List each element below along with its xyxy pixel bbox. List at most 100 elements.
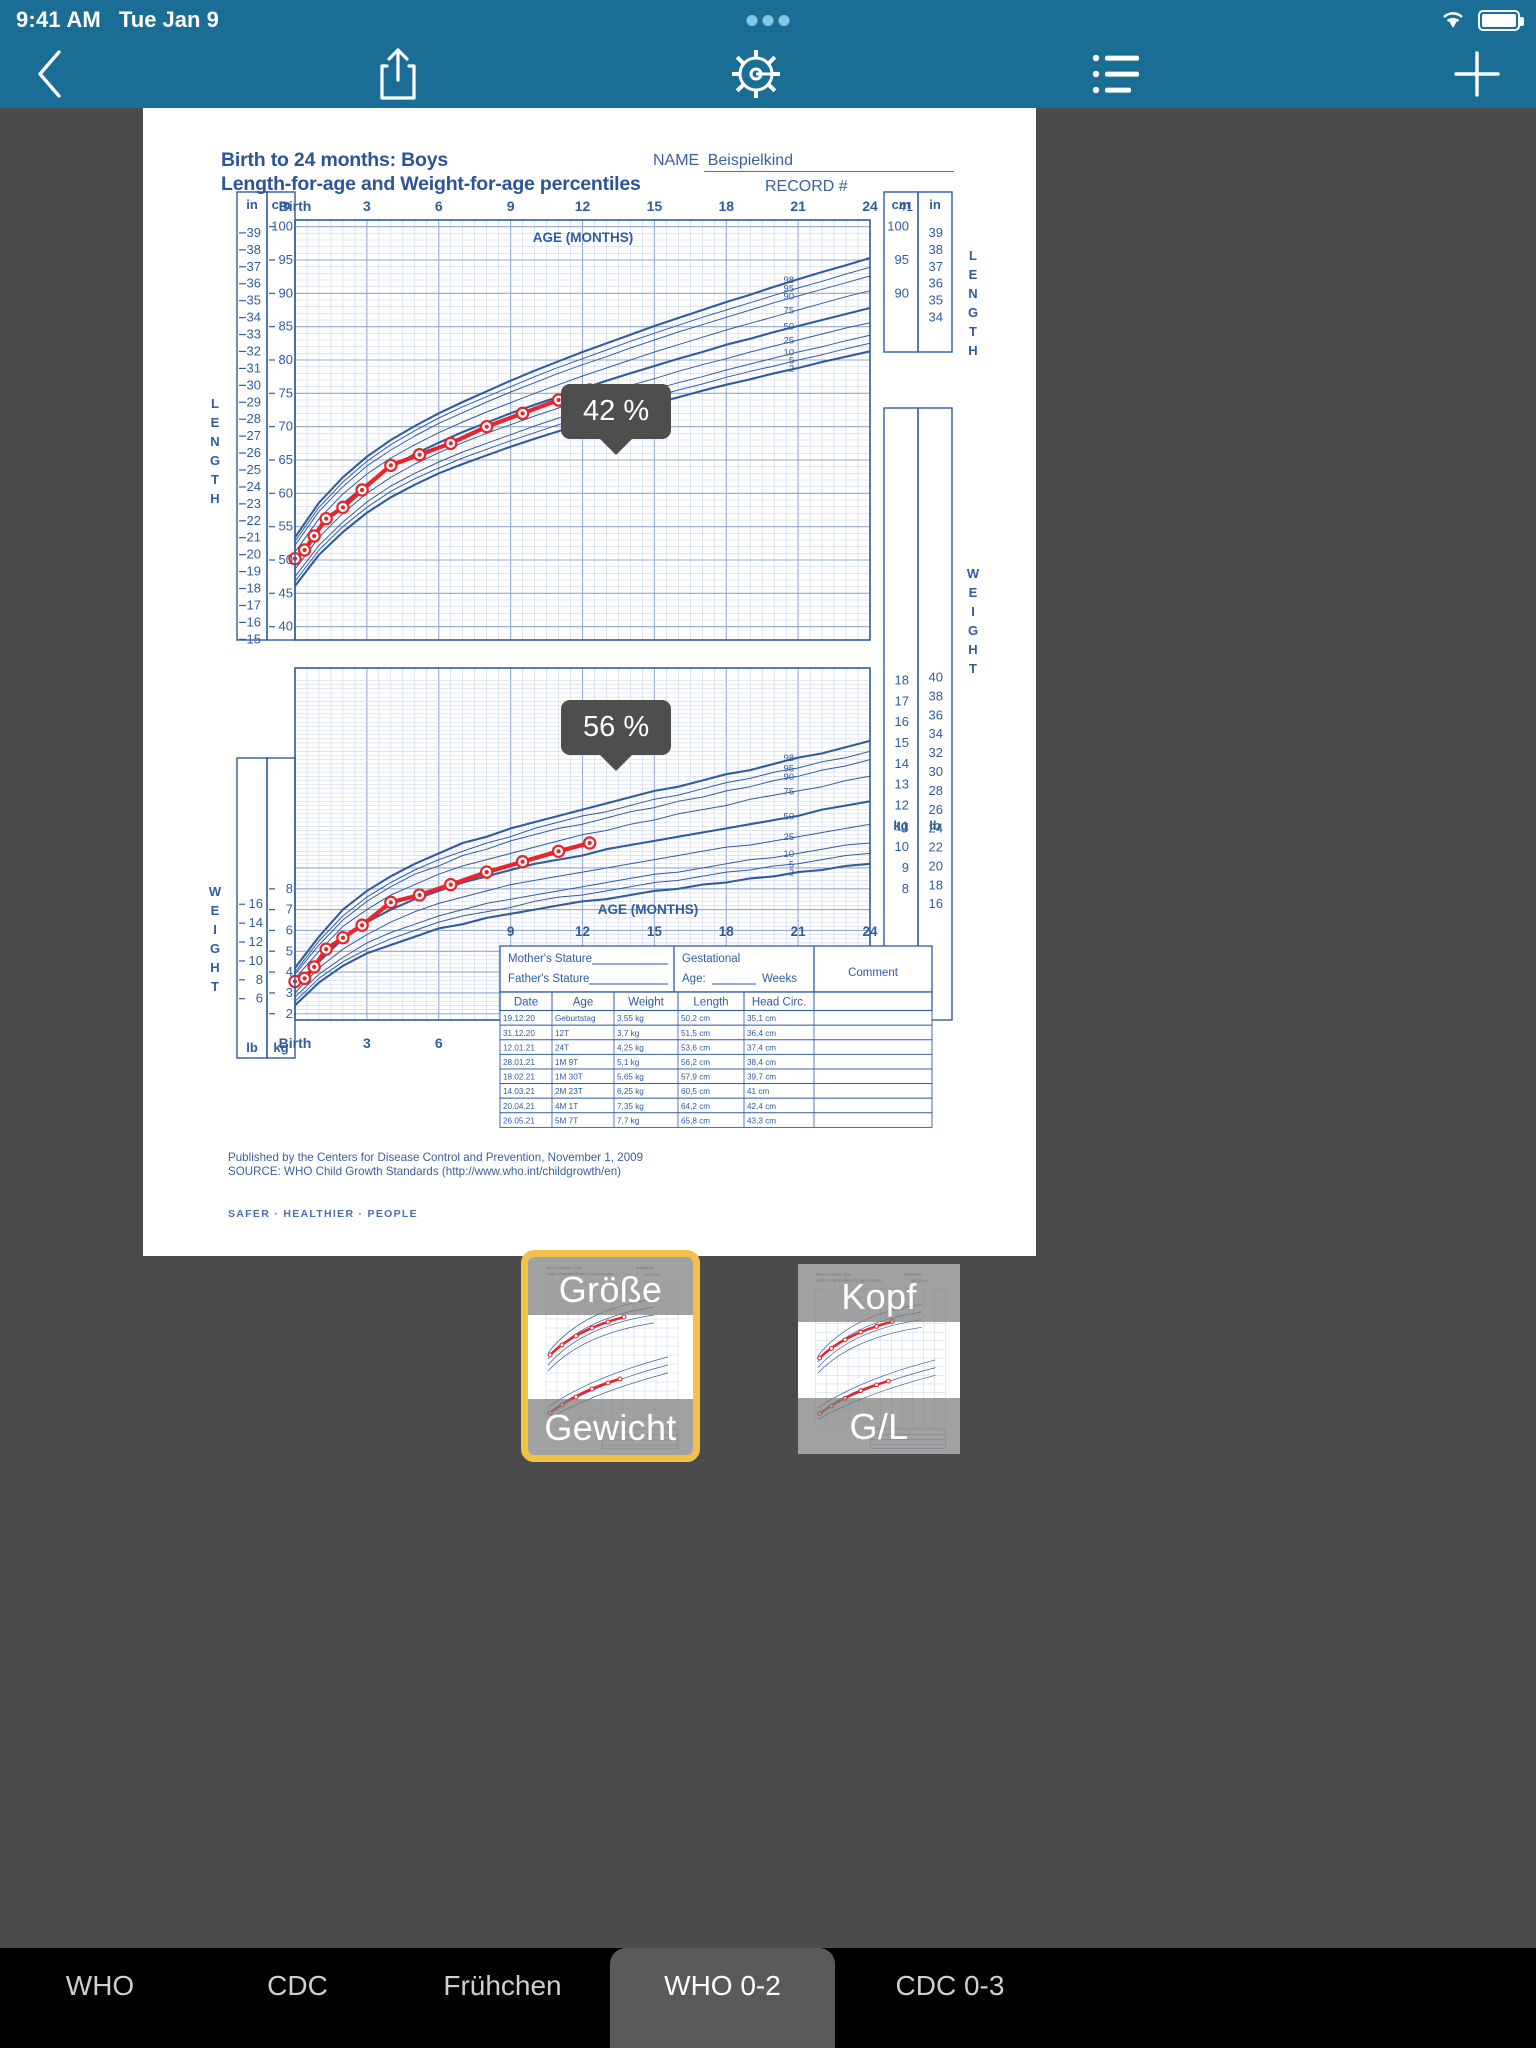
- status-date: Tue Jan 9: [118, 7, 219, 32]
- table-cell-4-3: 57,9 cm: [681, 1073, 710, 1082]
- thumbnail-bottom-label: G/L: [849, 1406, 909, 1447]
- weight-unit-lb-left: lb: [246, 1040, 258, 1055]
- gear-icon[interactable]: [730, 48, 782, 100]
- add-button[interactable]: [1452, 49, 1502, 99]
- length-axis-word-right: L: [969, 248, 977, 263]
- name-value[interactable]: Beispielkind: [703, 152, 954, 172]
- weight-kg-tick-left-2: 2: [286, 1006, 293, 1021]
- table-cell-7-3: 65,8 cm: [681, 1116, 710, 1125]
- weight-measurement-point-dot: [340, 935, 346, 940]
- table-cell-6-4: 42,4 cm: [747, 1102, 776, 1111]
- thumbnail-groesse-gewicht[interactable]: Birth to 24 months: BoysLength-for-age a…: [521, 1250, 700, 1462]
- table-cell-6-3: 64,2 cm: [681, 1102, 710, 1111]
- weight-kg-tick-right-17: 17: [895, 693, 909, 708]
- weight-measurement-point-dot: [324, 947, 329, 952]
- table-cell-7-1: 5M 7T: [555, 1116, 578, 1125]
- length-axis-word-left: H: [210, 491, 219, 506]
- weight-lb-tick-right-36: 36: [929, 707, 943, 722]
- weight-measurement-point-dot: [556, 849, 561, 854]
- length-in-tick-left-37: 37: [247, 259, 261, 274]
- length-in-tick-left-26: 26: [247, 445, 261, 460]
- age-tick-top-15: 15: [647, 198, 663, 214]
- length-in-tick-left-38: 38: [247, 242, 261, 257]
- table-cell-6-0: 20.04.21: [503, 1102, 535, 1111]
- length-measurement-point-dot: [359, 487, 365, 493]
- length-cm-tick-right-100: 100: [887, 219, 909, 234]
- weight-measurement-point-dot: [520, 859, 525, 864]
- back-button[interactable]: [34, 48, 66, 100]
- nav-bar: [0, 40, 1536, 108]
- info-column-header-1: Age: [573, 997, 593, 1009]
- weight-axis-word-right: H: [968, 642, 977, 657]
- tab-cdc[interactable]: CDC: [200, 1948, 395, 2048]
- table-cell-4-1: 1M 30T: [555, 1073, 583, 1082]
- weight-kg-tick-left-4: 4: [286, 964, 293, 979]
- table-cell-5-2: 6,25 kg: [617, 1087, 644, 1096]
- age-tick-mid-15: 15: [647, 924, 663, 939]
- weight-lb-tick-left-14: 14: [249, 915, 263, 930]
- length-axis-word-left: E: [211, 415, 220, 430]
- length-in-tick-left-31: 31: [247, 360, 261, 375]
- length-cm-tick-left-70: 70: [279, 419, 293, 434]
- tab-who[interactable]: WHO: [0, 1948, 200, 2048]
- thumbnail-kopf-gl[interactable]: Birth to 24 months: BoysLength-for-age a…: [798, 1264, 960, 1454]
- weight-axis-word-left: I: [213, 922, 217, 937]
- weight-lb-tick-left-6: 6: [256, 991, 263, 1006]
- table-cell-3-0: 28.01.21: [503, 1058, 535, 1067]
- weight-measurement-point-dot: [484, 870, 489, 875]
- thumbnail-strip: Birth to 24 months: BoysLength-for-age a…: [0, 1250, 1536, 1496]
- length-cm-tick-left-60: 60: [279, 485, 293, 500]
- name-field-row: NAME Beispielkind: [653, 152, 954, 172]
- tab-who-0-2[interactable]: WHO 0-2: [610, 1948, 835, 2048]
- length-measurement-point-dot: [520, 411, 525, 416]
- thumbnail-top-label: Größe: [558, 1269, 663, 1310]
- length-in-tick-left-30: 30: [247, 377, 261, 392]
- weight-kg-tick-right-10: 10: [895, 839, 909, 854]
- length-cm-tick-right-90: 90: [895, 285, 909, 300]
- weight-percentile-tooltip[interactable]: 56 %: [561, 700, 672, 755]
- length-percentile-tooltip[interactable]: 42 %: [561, 384, 672, 439]
- age-months-label-bottom: AGE (MONTHS): [598, 902, 699, 917]
- length-axis-word-right: N: [968, 286, 977, 301]
- age-tick-mid-9: 9: [507, 924, 515, 939]
- weight-axis-word-right: G: [968, 623, 978, 638]
- table-cell-1-4: 36,4 cm: [747, 1029, 776, 1038]
- length-in-tick-left-29: 29: [247, 394, 261, 409]
- percentile-label-weight-98: 98: [784, 753, 795, 764]
- table-cell-5-1: 2M 23T: [555, 1087, 583, 1096]
- weight-kg-tick-right-16: 16: [895, 714, 909, 729]
- table-cell-3-4: 38,4 cm: [747, 1058, 776, 1067]
- table-cell-0-3: 50,2 cm: [681, 1014, 710, 1023]
- length-in-tick-left-21: 21: [247, 530, 261, 545]
- age-tick-top-12: 12: [575, 198, 591, 214]
- table-cell-0-1: Geburtstag: [555, 1014, 596, 1023]
- weight-axis-word-left: E: [211, 903, 220, 918]
- chart-title: Birth to 24 months: Boys Length-for-age …: [221, 148, 641, 196]
- length-cm-tick-left-75: 75: [279, 385, 293, 400]
- length-measurement-point-dot: [448, 441, 453, 446]
- percentile-label-weight-2: 2: [789, 868, 794, 879]
- tab-fr-hchen[interactable]: Frühchen: [395, 1948, 610, 2048]
- table-cell-4-2: 5,65 kg: [617, 1073, 644, 1082]
- list-icon[interactable]: [1091, 52, 1143, 96]
- length-cm-tick-left-45: 45: [279, 585, 293, 600]
- length-axis-word-right: G: [968, 305, 978, 320]
- age-tick-mid-21: 21: [791, 924, 807, 939]
- chart-footer: Published by the Centers for Disease Con…: [228, 1151, 643, 1179]
- length-in-tick-left-35: 35: [247, 293, 261, 308]
- table-cell-4-0: 18.02.21: [503, 1073, 535, 1082]
- percentile-label-length-50: 50: [784, 322, 795, 333]
- weight-lb-tick-left-16: 16: [249, 896, 263, 911]
- weight-measurement-point-dot: [587, 840, 592, 846]
- tab-bar: WHO CDC Frühchen WHO 0-2 CDC 0-3: [0, 1948, 1536, 2048]
- table-cell-0-2: 3,55 kg: [617, 1014, 644, 1023]
- tab-cdc-0-3[interactable]: CDC 0-3: [835, 1948, 1065, 2048]
- weight-axis-word-right: I: [971, 604, 975, 619]
- length-in-tick-left-24: 24: [247, 479, 261, 494]
- info-column-header-3: Length: [693, 997, 728, 1009]
- share-button[interactable]: [375, 46, 421, 102]
- gestational-age-label: Age:: [682, 973, 706, 985]
- growth-chart-document[interactable]: Birth to 24 months: Boys Length-for-age …: [143, 108, 1036, 1256]
- weight-axis-word-left: G: [210, 941, 220, 956]
- length-measurement-point-dot: [556, 397, 561, 403]
